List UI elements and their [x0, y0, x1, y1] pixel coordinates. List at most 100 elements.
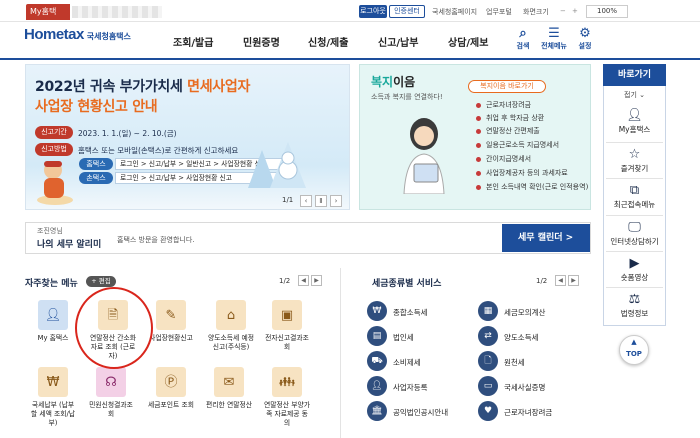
scroll-top-button[interactable]: TOP — [619, 334, 649, 365]
menu-inquiry[interactable]: 조회/발급 — [173, 34, 213, 49]
favorite-item[interactable]: 👪︎ 연말정산 부양가족 자료제공 동의 — [264, 367, 310, 428]
logo-subtext: 국세청홈택스 — [86, 32, 131, 41]
sidebar-divider — [606, 142, 663, 143]
tax-service-item[interactable]: ▭ 국세사실증명 — [478, 376, 545, 396]
welfare-item[interactable]: 취업 후 학자금 상환 — [476, 113, 544, 123]
sidebar-item-shortform[interactable]: ▶ 숏폼영상 — [603, 256, 666, 283]
favorite-item[interactable]: Ⓟ 세금포인트 조회 — [148, 367, 194, 410]
sidebar-divider — [606, 178, 663, 179]
menu-report[interactable]: 신고/납부 — [378, 34, 418, 49]
banner-pause-button[interactable]: Ⅱ — [315, 195, 327, 207]
tax-service-label: 소비제세 — [393, 358, 421, 367]
welfare-item[interactable]: 본인 소득내역 확인(근로 인적용역) — [476, 182, 588, 192]
point-icon: Ⓟ — [156, 367, 186, 397]
favorite-item[interactable]: ☊ 민원신청결과조회 — [88, 367, 134, 419]
sidebar-divider — [606, 251, 663, 252]
sidebar-item-myhometax[interactable]: 👤︎ My홈택스 — [603, 108, 666, 135]
banner-pager: 1/1 — [282, 196, 294, 204]
zoom-level[interactable]: 100% — [586, 5, 628, 18]
method-value: 홈택스 또는 모바일(손택스)로 간편하게 신고하세요 — [78, 146, 239, 155]
nts-homepage-link[interactable]: 국세청홈페이지 — [432, 7, 477, 17]
tax-calendar-button[interactable]: 세무 캘린더 > — [502, 224, 590, 252]
favorites-prev-button[interactable]: ◀ — [298, 275, 309, 286]
cert-center-button[interactable]: 인증센터 — [389, 5, 425, 18]
menu-civil[interactable]: 민원증명 — [243, 34, 280, 49]
logout-button[interactable]: 로그아웃 — [359, 5, 387, 18]
favorite-item[interactable]: ⌂ 양도소득세 예정신고(주식등) — [208, 300, 254, 352]
tax-services-next-button[interactable]: ▶ — [568, 275, 579, 286]
sidebar-item-consult[interactable]: 🖵︎ 인터넷상담하기 — [603, 220, 666, 247]
tax-alert-title: 나의 세무 알리미 — [37, 240, 102, 250]
blurred-user-info — [72, 6, 162, 18]
banner-title-b: 면세사업자 — [187, 79, 251, 95]
favorites-pager: 1/2 — [279, 277, 291, 285]
tax-service-label: 사업자등록 — [393, 383, 428, 392]
favorite-item[interactable]: ₩ 국세납부 (납부할 세액 조회/납부) — [30, 367, 76, 428]
recent-icon: ⧉ — [629, 183, 640, 198]
sidebar-item-favorites[interactable]: ☆ 즐겨찾기 — [603, 147, 666, 174]
family-icon: 👪︎ — [272, 367, 302, 397]
favorite-label: My 홈택스 — [37, 334, 69, 342]
form-icon: ✎ — [156, 300, 186, 330]
sidebar-item-label: 숏폼영상 — [620, 273, 649, 282]
welfare-item[interactable]: 사업장제공자 등의 과세자료 — [476, 168, 568, 178]
sidebar-divider — [606, 215, 663, 216]
work-portal-link[interactable]: 업무포털 — [486, 7, 512, 17]
favorite-label: 민원신청결과조회 — [89, 401, 133, 418]
calculator-icon: ▦ — [478, 301, 498, 321]
welfare-title-a: 복지 — [371, 75, 394, 89]
favorite-item[interactable]: ✎ 사업장현황신고 — [148, 300, 194, 343]
welcome-message: 홈택스 방문을 환영합니다. — [117, 236, 195, 244]
tax-service-item[interactable]: ⇄ 양도소득세 — [478, 326, 539, 346]
favorites-title: 자주찾는 메뉴 — [25, 279, 78, 289]
menu-apply[interactable]: 신청/제출 — [308, 34, 348, 49]
welfare-item[interactable]: 연말정산 간편제출 — [476, 126, 540, 136]
highlight-circle — [75, 287, 153, 369]
zoom-in-icon[interactable]: + — [572, 7, 578, 15]
welfare-item[interactable]: 일용근로소득 지급명세서 — [476, 140, 559, 150]
section-divider — [340, 268, 341, 438]
favorites-next-button[interactable]: ▶ — [311, 275, 322, 286]
tax-service-item[interactable]: 🏛︎ 공익법인공시안내 — [367, 401, 448, 421]
period-chip: 신고기간 — [35, 126, 73, 139]
tax-service-item[interactable]: ₩ 종합소득세 — [367, 301, 428, 321]
myhome-tab[interactable]: My홈택 — [26, 4, 70, 20]
tax-service-item[interactable]: 🗋 원천세 — [478, 351, 525, 371]
sidebar-header: 바로가기 — [603, 64, 666, 86]
favorite-label: 국세납부 (납부할 세액 조회/납부) — [30, 401, 76, 427]
welfare-item[interactable]: 근로자녀장려금 — [476, 100, 531, 110]
favorite-item[interactable]: 👤︎ My 홈택스 — [30, 300, 76, 343]
zoom-out-icon[interactable]: − — [560, 7, 566, 15]
sidebar-item-law[interactable]: ⚖ 법령정보 — [603, 292, 666, 319]
settings-label: 설정 — [578, 42, 592, 50]
banner-illustration-left — [37, 161, 73, 205]
menu-consult[interactable]: 상담/제보 — [448, 34, 488, 49]
business-icon: 👤︎ — [367, 376, 387, 396]
tax-service-item[interactable]: ▦ 세금모의계산 — [478, 301, 545, 321]
all-menu-button[interactable]: ☰ 전체메뉴 — [539, 27, 569, 51]
favorite-item[interactable]: ▣ 전자신고결과조회 — [264, 300, 310, 352]
hometax-logo[interactable]: Hometax 국세청홈택스 — [24, 26, 134, 54]
welfare-shortcut-button[interactable]: 복지이음 바로가기 — [468, 80, 546, 93]
banner-next-button[interactable]: › — [330, 195, 342, 207]
screen-size-link[interactable]: 화면크기 — [523, 7, 549, 17]
tax-service-item[interactable]: ♥ 근로자녀장려금 — [478, 401, 552, 421]
settings-button[interactable]: ⚙ 설정 — [570, 27, 600, 51]
sidebar-fold-button[interactable]: 접기 ⌄ — [603, 90, 666, 100]
tax-service-item[interactable]: ⛟ 소비제세 — [367, 351, 421, 371]
tax-service-label: 양도소득세 — [504, 333, 539, 342]
banner-prev-button[interactable]: ‹ — [300, 195, 312, 207]
favorite-item[interactable]: ✉ 편리한 연말정산 — [206, 367, 252, 410]
welfare-item[interactable]: 간이지급명세서 — [476, 154, 531, 164]
banner-title-line2: 사업장 현황신고 안내 — [35, 99, 158, 115]
video-icon: ▶ — [629, 256, 640, 271]
search-label: 검색 — [516, 42, 530, 50]
favorites-edit-button[interactable]: + 편집 — [86, 276, 116, 287]
tax-service-label: 종합소득세 — [393, 308, 428, 317]
sidebar-item-recent[interactable]: ⧉ 최근접속메뉴 — [603, 183, 666, 210]
search-button[interactable]: ⌕ 검색 — [508, 27, 538, 51]
tax-services-pager: 1/2 — [536, 277, 548, 285]
tax-service-item[interactable]: 👤︎ 사업자등록 — [367, 376, 428, 396]
tax-service-item[interactable]: ▤ 법인세 — [367, 326, 414, 346]
tax-services-prev-button[interactable]: ◀ — [555, 275, 566, 286]
